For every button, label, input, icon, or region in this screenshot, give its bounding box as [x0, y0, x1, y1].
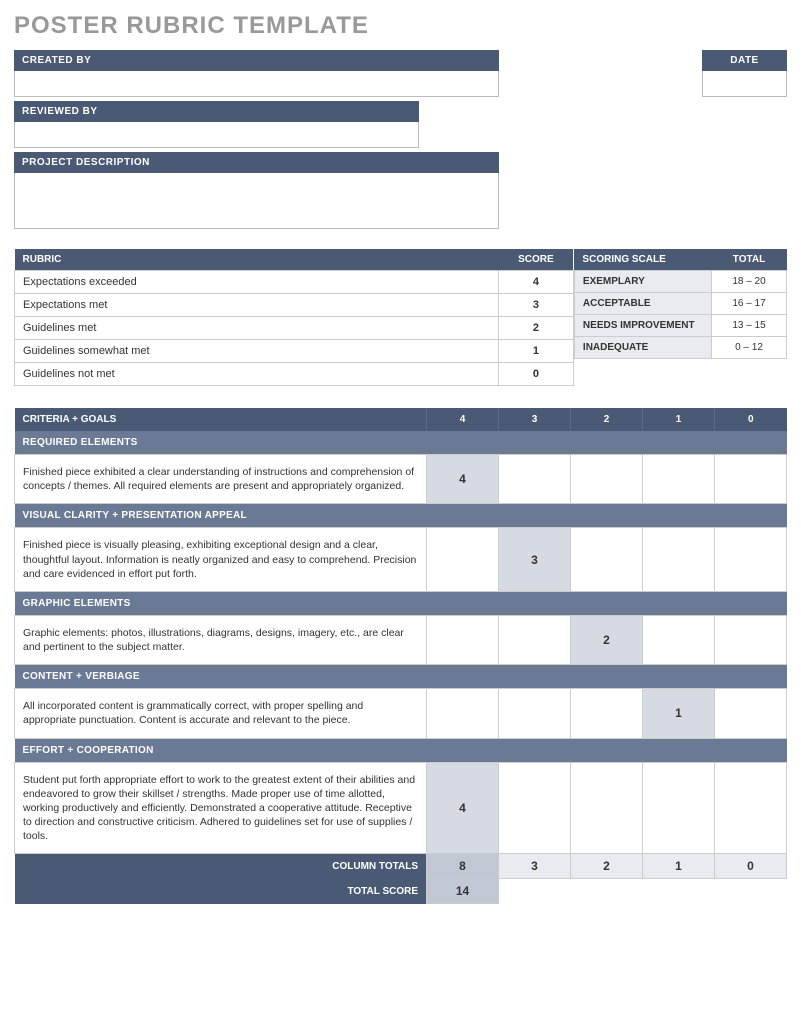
table-row: INADEQUATE0 – 12	[574, 337, 786, 359]
rubric-header: RUBRIC	[15, 249, 499, 271]
table-row: EXEMPLARY18 – 20	[574, 271, 786, 293]
score-cell[interactable]	[571, 689, 643, 738]
section-header: REQUIRED ELEMENTS	[15, 431, 787, 455]
score-cell[interactable]	[715, 762, 787, 854]
table-row: Guidelines somewhat met1	[15, 340, 574, 363]
table-row: ACCEPTABLE16 – 17	[574, 293, 786, 315]
criteria-header: CRITERIA + GOALS	[15, 408, 427, 431]
column-total: 8	[427, 854, 499, 879]
reviewed-by-field[interactable]	[14, 122, 419, 148]
rubric-legend-table: RUBRIC SCORE Expectations exceeded4 Expe…	[14, 249, 574, 386]
created-by-block: CREATED BY	[14, 50, 499, 97]
score-cell[interactable]	[715, 689, 787, 738]
table-row: Guidelines not met0	[15, 363, 574, 386]
score-cell[interactable]	[643, 455, 715, 504]
score-cell[interactable]	[643, 528, 715, 592]
criteria-description: Finished piece exhibited a clear underst…	[15, 455, 427, 504]
scoring-scale-header: SCORING SCALE	[574, 249, 711, 271]
score-cell[interactable]	[571, 528, 643, 592]
project-description-label: PROJECT DESCRIPTION	[14, 152, 499, 173]
section-header: VISUAL CLARITY + PRESENTATION APPEAL	[15, 504, 787, 528]
scoring-scale-table: SCORING SCALE TOTAL EXEMPLARY18 – 20 ACC…	[574, 249, 787, 359]
created-by-label: CREATED BY	[14, 50, 499, 71]
table-row: Expectations exceeded4	[15, 271, 574, 294]
reviewed-by-block: REVIEWED BY	[14, 101, 419, 148]
table-row: NEEDS IMPROVEMENT13 – 15	[574, 315, 786, 337]
score-cell[interactable]: 1	[643, 689, 715, 738]
section-header: GRAPHIC ELEMENTS	[15, 591, 787, 615]
column-total: 0	[715, 854, 787, 879]
project-description-field[interactable]	[14, 173, 499, 229]
score-cell[interactable]	[499, 615, 571, 664]
created-by-field[interactable]	[14, 71, 499, 97]
section-header: EFFORT + COOPERATION	[15, 738, 787, 762]
column-total: 3	[499, 854, 571, 879]
score-cell[interactable]: 3	[499, 528, 571, 592]
score-cell[interactable]	[571, 762, 643, 854]
score-cell[interactable]	[499, 689, 571, 738]
project-description-block: PROJECT DESCRIPTION	[14, 152, 499, 229]
score-cell[interactable]	[427, 528, 499, 592]
score-header: SCORE	[498, 249, 573, 271]
score-cell[interactable]	[427, 615, 499, 664]
score-cell[interactable]: 4	[427, 455, 499, 504]
score-cell[interactable]	[571, 455, 643, 504]
page-title: POSTER RUBRIC TEMPLATE	[14, 12, 787, 40]
total-score-value: 14	[427, 879, 499, 904]
table-row: Expectations met3	[15, 294, 574, 317]
total-header: TOTAL	[712, 249, 787, 271]
score-cell[interactable]	[427, 689, 499, 738]
criteria-description: Graphic elements: photos, illustrations,…	[15, 615, 427, 664]
date-field[interactable]	[702, 71, 787, 97]
criteria-description: Finished piece is visually pleasing, exh…	[15, 528, 427, 592]
table-row: Guidelines met2	[15, 317, 574, 340]
score-cell[interactable]	[499, 455, 571, 504]
score-cell[interactable]: 2	[571, 615, 643, 664]
criteria-description: All incorporated content is grammaticall…	[15, 689, 427, 738]
score-cell[interactable]	[643, 615, 715, 664]
date-block: DATE	[702, 50, 787, 97]
score-cell[interactable]	[643, 762, 715, 854]
reviewed-by-label: REVIEWED BY	[14, 101, 419, 122]
score-cell[interactable]: 4	[427, 762, 499, 854]
criteria-description: Student put forth appropriate effort to …	[15, 762, 427, 854]
score-cell[interactable]	[715, 455, 787, 504]
section-header: CONTENT + VERBIAGE	[15, 665, 787, 689]
score-cell[interactable]	[715, 528, 787, 592]
column-total: 2	[571, 854, 643, 879]
column-total: 1	[643, 854, 715, 879]
score-cell[interactable]	[499, 762, 571, 854]
score-cell[interactable]	[715, 615, 787, 664]
date-label: DATE	[702, 50, 787, 71]
total-score-label: TOTAL SCORE	[15, 879, 427, 904]
column-totals-label: COLUMN TOTALS	[15, 854, 427, 879]
criteria-table: CRITERIA + GOALS 4 3 2 1 0 REQUIRED ELEM…	[14, 408, 787, 904]
